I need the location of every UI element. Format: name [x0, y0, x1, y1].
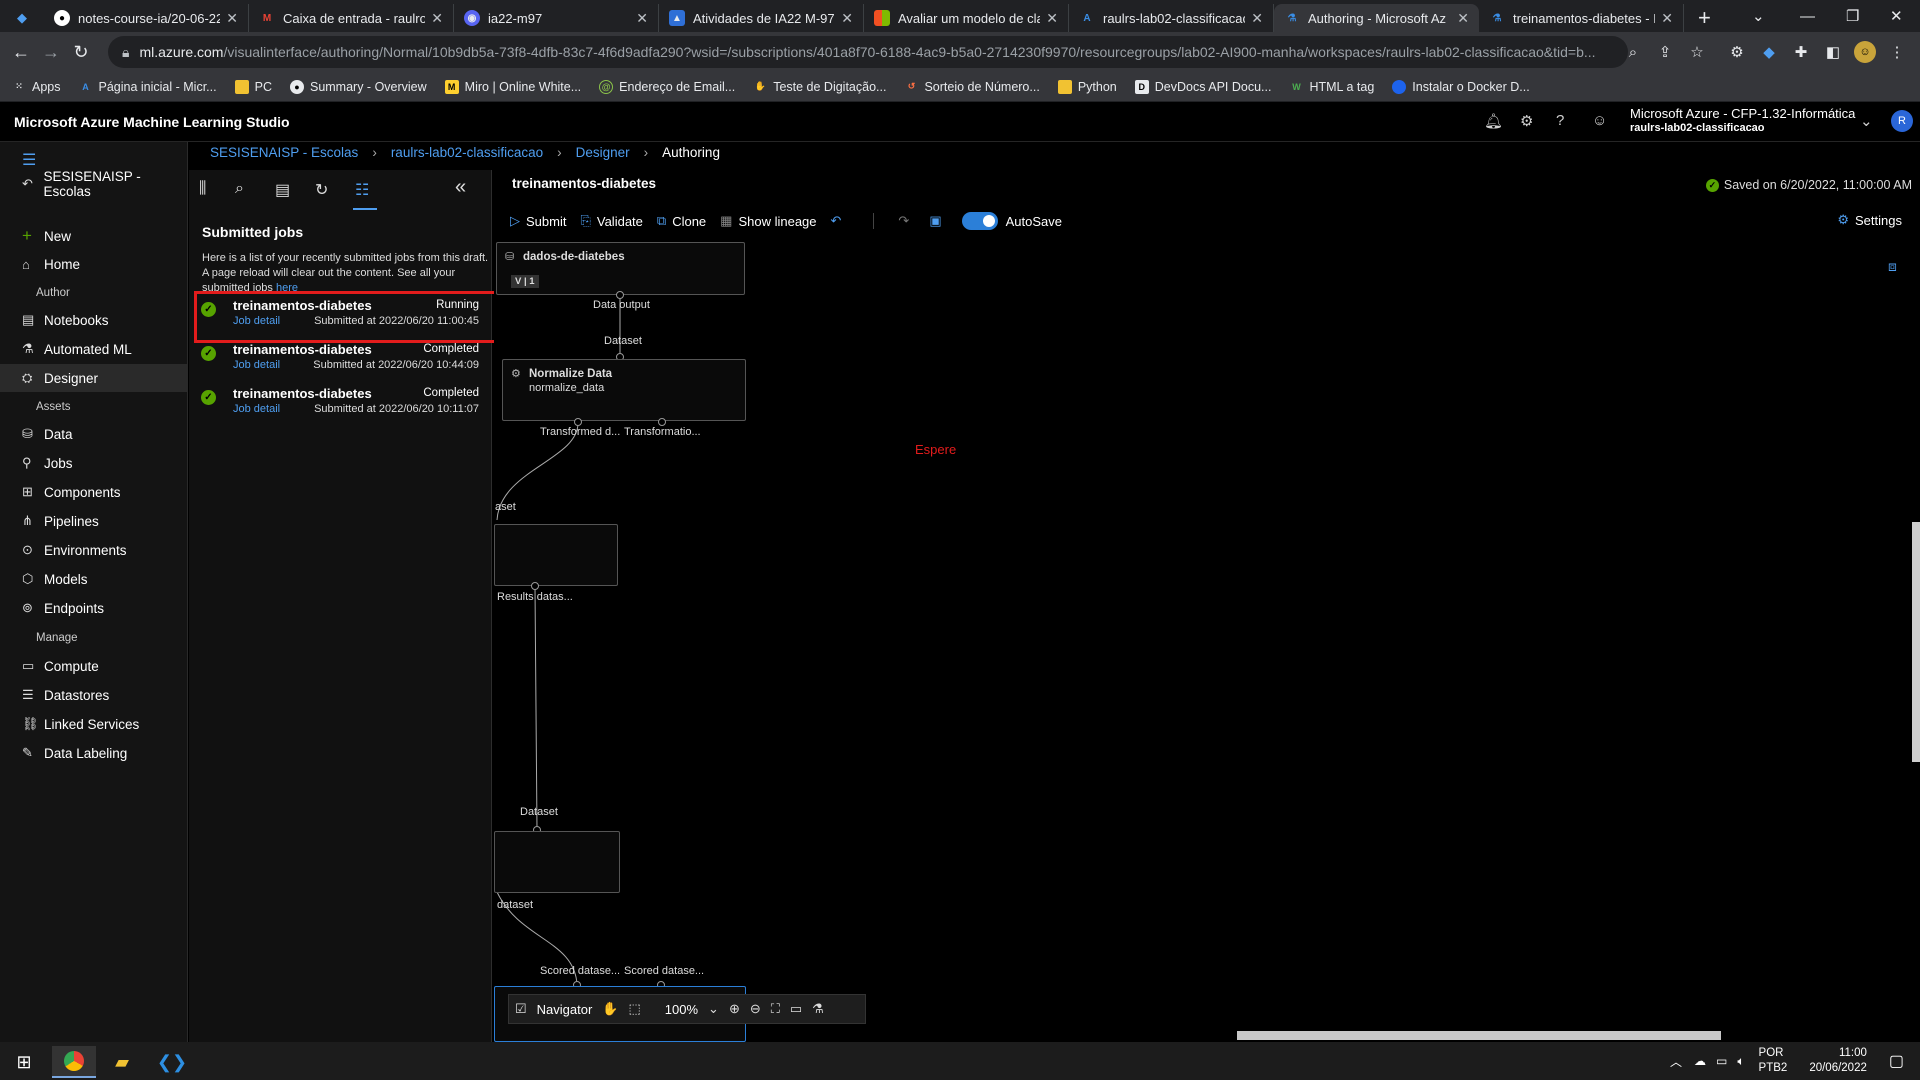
onedrive-cloud-icon[interactable]: ☁	[1694, 1054, 1706, 1068]
select-icon[interactable]: ⬚	[628, 1001, 640, 1017]
port-label: Results datas...	[497, 591, 573, 603]
zoom-out-icon[interactable]: ⊖	[750, 1001, 761, 1017]
actual-size-icon[interactable]: ▭	[790, 1001, 802, 1017]
port-label: Transformatio...	[624, 426, 701, 438]
zoom-level[interactable]: 100%	[665, 1002, 698, 1017]
dataset-node[interactable]: ⛁ dados-de-diatebes V | 1	[496, 242, 745, 295]
lang-primary: POR	[1758, 1047, 1784, 1059]
lang-secondary: PTB2	[1758, 1062, 1788, 1074]
node-subtitle: normalize_data	[529, 382, 605, 394]
navigator-toggle-icon[interactable]: ☑	[515, 1001, 527, 1017]
clock-date: 20/06/2022	[1809, 1062, 1867, 1074]
port-label: aset	[495, 501, 516, 513]
system-tray: ︿ ☁ ▭ 🔈︎ POR PTB2 11:00 20/06/2022 ▢	[1670, 1042, 1920, 1080]
canvas-navigator-toolbar: ☑ Navigator ✋ ⬚ 100% ⌄ ⊕ ⊖ ⛶ ▭ ⚗	[508, 994, 866, 1024]
pipeline-connections	[496, 297, 621, 986]
module-icon: ⚙	[511, 368, 521, 380]
port-label: Scored datase...	[624, 965, 705, 977]
file-explorer-icon[interactable]: ▰	[100, 1046, 144, 1078]
notifications-icon[interactable]: ▢	[1889, 1051, 1904, 1071]
chevron-down-icon[interactable]: ⌄	[708, 1001, 719, 1017]
pan-hand-icon[interactable]: ✋	[602, 1001, 618, 1017]
horizontal-scrollbar[interactable]	[1237, 1031, 1721, 1040]
chrome-taskbar-icon[interactable]	[52, 1046, 96, 1078]
output-port[interactable]	[616, 291, 624, 299]
port-label: Scored datase...	[540, 965, 621, 977]
chrome-icon	[64, 1051, 84, 1071]
port-label: dataset	[497, 899, 534, 911]
fit-to-screen-icon[interactable]: ⛶	[771, 1001, 780, 1017]
port-label: Dataset	[604, 335, 642, 347]
zoom-in-icon[interactable]: ⊕	[729, 1001, 740, 1017]
version-badge: V | 1	[511, 275, 539, 288]
output-port[interactable]	[658, 418, 666, 426]
node-title: Normalize Data	[529, 368, 613, 380]
port-label: Transformed d...	[540, 426, 621, 438]
output-port[interactable]	[574, 418, 582, 426]
pipeline-node[interactable]	[494, 524, 618, 586]
auto-layout-icon[interactable]: ⚗	[812, 1001, 824, 1017]
dataset-icon: ⛁	[505, 251, 515, 263]
windows-start-icon[interactable]: ⊞	[2, 1046, 46, 1078]
port-label: Data output	[593, 299, 650, 311]
node-title: dados-de-diatebes	[523, 251, 625, 263]
tray-chevron-icon[interactable]: ︿	[1670, 1053, 1682, 1070]
clock-time: 11:00	[1838, 1047, 1867, 1059]
annotation-text: Espere	[915, 442, 957, 457]
vscode-icon[interactable]: ❮❯	[150, 1046, 194, 1078]
network-icon[interactable]: ▭	[1716, 1054, 1727, 1068]
pipeline-node[interactable]	[494, 831, 620, 893]
port-label: Dataset	[520, 806, 558, 818]
windows-taskbar	[0, 1042, 1920, 1080]
normalize-data-node[interactable]: ⚙ Normalize Data normalize_data	[502, 359, 746, 421]
language-indicator[interactable]: POR PTB2	[1759, 1046, 1788, 1076]
vertical-scrollbar[interactable]	[1912, 522, 1920, 762]
navigator-label[interactable]: Navigator	[537, 1002, 593, 1017]
clock[interactable]: 11:00 20/06/2022	[1809, 1046, 1867, 1076]
volume-icon[interactable]: 🔈︎	[1737, 1054, 1744, 1069]
connection-line	[534, 586, 538, 831]
output-port[interactable]	[531, 582, 539, 590]
